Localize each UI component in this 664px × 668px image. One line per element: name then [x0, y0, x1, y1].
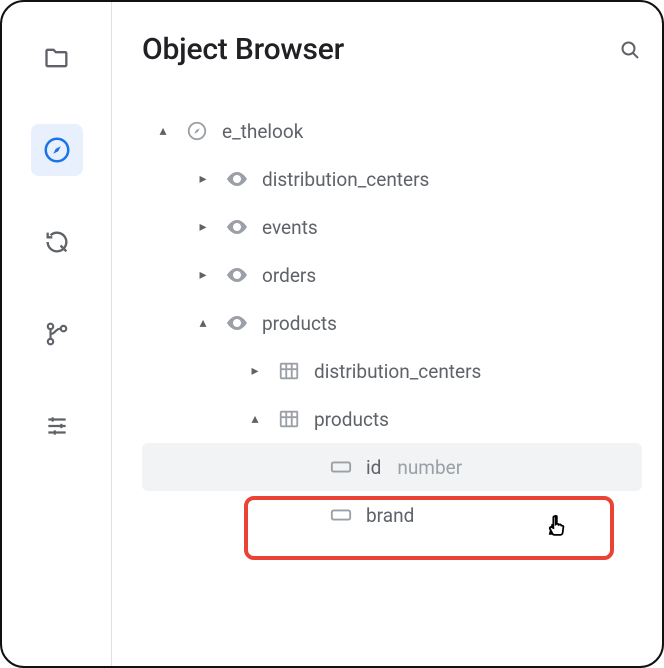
refresh-nav-button[interactable]: [31, 216, 83, 268]
tree-node-events[interactable]: ▸ events: [142, 203, 642, 251]
node-type: number: [397, 456, 462, 479]
tree-node-root[interactable]: ▴ e_thelook: [142, 107, 642, 155]
compass-nav-button[interactable]: [31, 124, 83, 176]
panel-header: Object Browser: [142, 32, 642, 67]
settings-nav-button[interactable]: [31, 400, 83, 452]
table-icon: [276, 360, 302, 382]
chevron-right-icon: ▸: [194, 267, 212, 283]
sliders-icon: [44, 413, 70, 439]
node-label: id: [366, 456, 381, 479]
eye-icon: [224, 215, 250, 239]
compass-small-icon: [184, 120, 210, 142]
tree-node-products[interactable]: ▴ products: [142, 299, 642, 347]
git-nav-button[interactable]: [31, 308, 83, 360]
folder-nav-button[interactable]: [31, 32, 83, 84]
panel-title: Object Browser: [142, 32, 344, 67]
chevron-down-icon: ▴: [194, 315, 212, 331]
node-label: events: [262, 216, 318, 239]
eye-icon: [224, 311, 250, 335]
main-panel: Object Browser ▴ e_thelook ▸ distributio…: [112, 2, 662, 666]
eye-icon: [224, 263, 250, 287]
object-tree: ▴ e_thelook ▸ distribution_centers ▸ eve…: [142, 107, 642, 539]
chevron-right-icon: ▸: [194, 219, 212, 235]
table-icon: [276, 408, 302, 430]
git-icon: [44, 321, 70, 347]
search-icon[interactable]: [618, 38, 642, 62]
tree-node-table-products[interactable]: ▴ products: [142, 395, 642, 443]
compass-icon: [42, 135, 72, 165]
node-label: products: [314, 408, 389, 431]
tree-node-field-brand[interactable]: brand: [142, 491, 642, 539]
tree-node-field-id[interactable]: id number: [142, 443, 642, 491]
tree-node-distribution-centers[interactable]: ▸ distribution_centers: [142, 155, 642, 203]
node-label: orders: [262, 264, 316, 287]
app-frame: Object Browser ▴ e_thelook ▸ distributio…: [0, 0, 664, 668]
node-label: distribution_centers: [314, 360, 481, 383]
tree-node-orders[interactable]: ▸ orders: [142, 251, 642, 299]
node-label: distribution_centers: [262, 168, 429, 191]
chevron-right-icon: ▸: [194, 171, 212, 187]
eye-icon: [224, 167, 250, 191]
node-label: brand: [366, 504, 414, 527]
chevron-down-icon: ▴: [246, 411, 264, 427]
field-icon: [328, 507, 354, 523]
nav-sidebar: [2, 2, 112, 666]
refresh-search-icon: [43, 228, 71, 256]
chevron-right-icon: ▸: [246, 363, 264, 379]
field-icon: [328, 459, 354, 475]
chevron-down-icon: ▴: [154, 123, 172, 139]
node-label: products: [262, 312, 337, 335]
tree-node-table-distribution-centers[interactable]: ▸ distribution_centers: [142, 347, 642, 395]
folder-icon: [43, 44, 71, 72]
node-label: e_thelook: [222, 120, 303, 143]
